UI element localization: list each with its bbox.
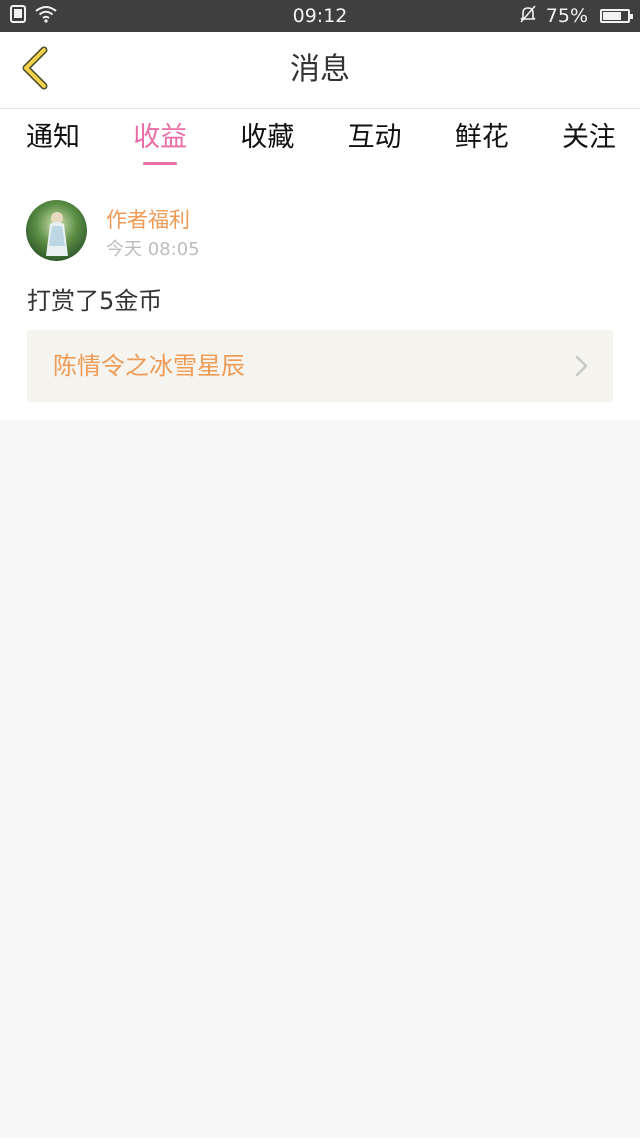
avatar[interactable] bbox=[26, 200, 87, 261]
back-button[interactable] bbox=[10, 44, 60, 96]
page-title: 消息 bbox=[290, 52, 350, 87]
book-link[interactable]: 陈情令之冰雪星辰 bbox=[27, 330, 613, 402]
wifi-icon bbox=[34, 5, 58, 28]
battery-percent: 75% bbox=[545, 5, 588, 27]
tab-interactions[interactable]: 互动 bbox=[348, 109, 402, 171]
author-name[interactable]: 作者福利 bbox=[106, 204, 190, 234]
book-title: 陈情令之冰雪星辰 bbox=[53, 352, 245, 380]
sim-icon bbox=[10, 4, 26, 28]
status-left bbox=[10, 4, 58, 28]
message-card: 作者福利 今天 08:05 打赏了5金币 陈情令之冰雪星辰 bbox=[0, 171, 640, 420]
tab-bar: 通知 收益 收藏 互动 鲜花 关注 bbox=[0, 109, 640, 171]
tab-follows[interactable]: 关注 bbox=[562, 109, 616, 171]
chevron-left-icon bbox=[18, 46, 52, 94]
tab-earnings[interactable]: 收益 bbox=[133, 109, 187, 171]
tab-notifications[interactable]: 通知 bbox=[26, 109, 80, 171]
message-text: 打赏了5金币 bbox=[27, 287, 163, 315]
header: 消息 bbox=[0, 32, 640, 109]
tab-flowers[interactable]: 鲜花 bbox=[455, 109, 509, 171]
battery-icon bbox=[600, 9, 633, 23]
mute-bell-icon bbox=[518, 4, 538, 29]
message-time: 今天 08:05 bbox=[106, 239, 200, 260]
tab-favorites[interactable]: 收藏 bbox=[240, 109, 294, 171]
status-right: 75% bbox=[518, 4, 633, 29]
chevron-right-icon bbox=[571, 354, 591, 378]
status-bar: 09:12 75% bbox=[0, 0, 640, 32]
